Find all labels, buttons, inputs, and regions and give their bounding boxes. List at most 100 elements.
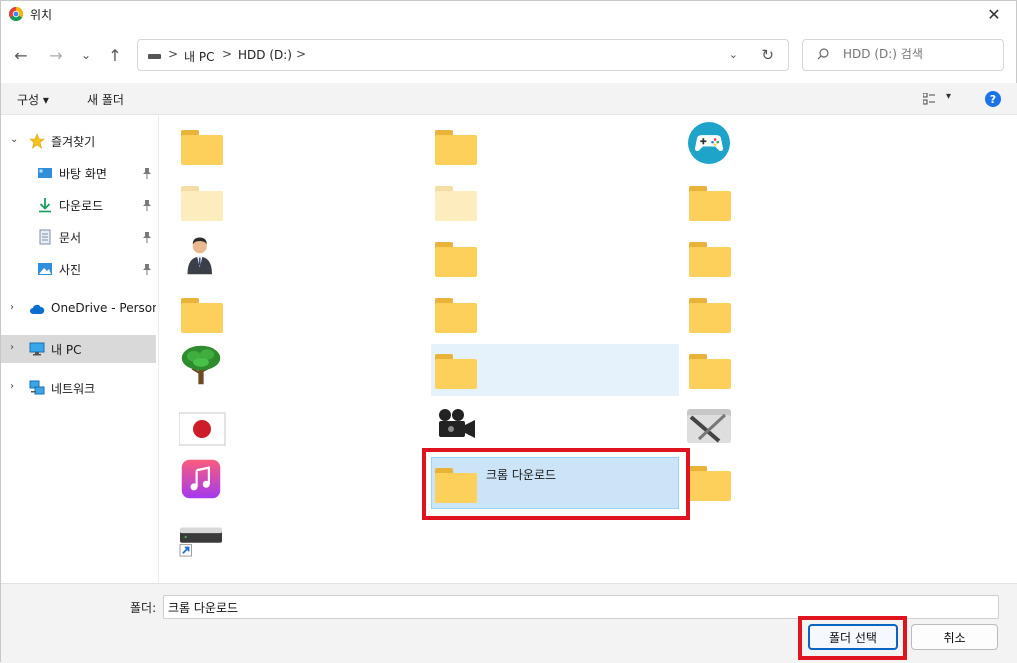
sidebar-item-network[interactable]: › 네트워크 (1, 374, 156, 402)
breadcrumb-my-pc[interactable]: 내 PC (184, 48, 214, 65)
sidebar-item-label: 바탕 화면 (59, 167, 107, 181)
collapse-icon[interactable]: ⌄ (10, 134, 18, 145)
title-bar: 위치 ✕ (1, 1, 1017, 27)
view-dropdown-icon[interactable]: ▾ (946, 91, 951, 102)
folder-icon (689, 466, 737, 508)
view-options-icon[interactable] (923, 93, 935, 105)
address-dropdown-icon[interactable]: ⌄ (729, 48, 738, 61)
sidebar-item-label: 사진 (59, 263, 82, 277)
dialog-footer: 폴더: 폴더 선택 취소 (1, 583, 1017, 663)
breadcrumb-separator: > (296, 47, 307, 61)
folder-item[interactable] (175, 176, 423, 228)
sidebar-item-downloads[interactable]: 다운로드 (1, 191, 156, 219)
close-icon: ✕ (987, 4, 1001, 24)
arrow-up-icon: ↑ (108, 45, 122, 65)
folder-faded-icon (435, 186, 483, 228)
sidebar-item-quick-access[interactable]: ⌄ 즐겨찾기 (1, 127, 156, 155)
help-icon[interactable]: ? (985, 91, 1001, 107)
sidebar-item-label: 내 PC (51, 343, 82, 357)
document-icon (39, 229, 51, 245)
navigation-pane: ⌄ 즐겨찾기 바탕 화면 다운로드 문서 사진 › OneDrive - Per… (1, 115, 159, 583)
folder-item[interactable] (429, 288, 677, 340)
window-title: 위치 (30, 8, 53, 22)
sidebar-item-label: 다운로드 (59, 199, 104, 213)
folder-field-label: 폴더: (130, 601, 157, 615)
chrome-icon (9, 7, 23, 21)
search-input[interactable] (843, 47, 993, 61)
refresh-icon[interactable]: ↻ (761, 46, 774, 64)
back-button[interactable]: ← (10, 44, 32, 66)
new-folder-button[interactable]: 새 폴더 (87, 91, 124, 108)
sidebar-item-my-pc[interactable]: › 내 PC (1, 335, 156, 363)
user-avatar-icon (187, 237, 212, 275)
breadcrumb-separator: > (168, 47, 179, 61)
user-item[interactable] (175, 232, 423, 284)
folder-icon (435, 298, 483, 340)
folder-item[interactable] (175, 288, 423, 340)
flag-item[interactable] (175, 400, 423, 452)
highlight-box (798, 616, 907, 660)
pin-icon[interactable] (142, 231, 152, 243)
up-button[interactable]: ↑ (104, 44, 126, 66)
sidebar-item-onedrive[interactable]: › OneDrive - Persona (1, 295, 156, 323)
expand-icon[interactable]: › (10, 302, 14, 313)
folder-item[interactable] (175, 120, 423, 172)
star-icon (29, 133, 45, 149)
folder-icon (689, 186, 737, 228)
pin-icon[interactable] (142, 199, 152, 211)
tree-icon (181, 345, 221, 385)
highlight-box (422, 448, 690, 520)
folder-item[interactable] (429, 176, 677, 228)
folder-item[interactable] (683, 288, 931, 340)
close-button[interactable]: ✕ (974, 1, 1014, 27)
sidebar-item-label: OneDrive - Persona (51, 301, 156, 315)
expand-icon[interactable]: › (10, 342, 14, 353)
forward-button[interactable]: → (45, 44, 67, 66)
movie-camera-icon (439, 409, 475, 438)
chevron-down-icon: ⌄ (80, 48, 92, 62)
network-icon (29, 380, 45, 395)
search-box[interactable] (802, 39, 1004, 71)
folder-icon (435, 354, 483, 396)
tree-item[interactable] (175, 344, 423, 396)
breadcrumb-separator: > (222, 47, 233, 61)
tools-item[interactable] (683, 400, 931, 452)
folder-icon (181, 130, 229, 172)
folder-item[interactable] (431, 344, 679, 396)
gamepad-icon (688, 122, 730, 164)
arrow-left-icon: ← (14, 45, 28, 65)
expand-icon[interactable]: › (10, 381, 14, 392)
picture-icon (38, 263, 52, 275)
sidebar-item-pictures[interactable]: 사진 (1, 255, 156, 283)
drive-shortcut-item[interactable] (175, 512, 423, 564)
drive-shortcut-icon (179, 527, 222, 557)
pc-icon (29, 342, 45, 356)
organize-button[interactable]: 구성 ▾ (17, 91, 49, 108)
folder-icon (689, 242, 737, 284)
sidebar-item-documents[interactable]: 문서 (1, 223, 156, 251)
folder-icon (689, 354, 737, 396)
folder-item[interactable] (683, 344, 931, 396)
address-bar[interactable]: > 내 PC > HDD (D:) > ⌄ ↻ (137, 39, 789, 71)
folder-item[interactable] (683, 232, 931, 284)
cancel-button[interactable]: 취소 (911, 624, 998, 650)
game-item[interactable] (683, 120, 931, 172)
arrow-right-icon: → (49, 45, 63, 65)
sidebar-item-label: 네트워크 (51, 382, 96, 396)
folder-item[interactable] (429, 120, 677, 172)
folder-item[interactable] (429, 232, 677, 284)
sidebar-item-label: 문서 (59, 231, 82, 245)
folder-item[interactable] (683, 176, 931, 228)
japan-flag-icon (179, 412, 226, 446)
music-item[interactable] (175, 456, 423, 508)
recent-locations-button[interactable]: ⌄ (75, 44, 97, 66)
sidebar-item-desktop[interactable]: 바탕 화면 (1, 159, 156, 187)
movie-item[interactable] (429, 400, 677, 452)
breadcrumb-hdd-d[interactable]: HDD (D:) (238, 48, 292, 62)
pin-icon[interactable] (142, 167, 152, 179)
folder-item[interactable] (683, 456, 931, 508)
folder-icon (689, 298, 737, 340)
pin-icon[interactable] (142, 263, 152, 275)
folder-icon (435, 242, 483, 284)
desktop-icon (38, 168, 52, 178)
